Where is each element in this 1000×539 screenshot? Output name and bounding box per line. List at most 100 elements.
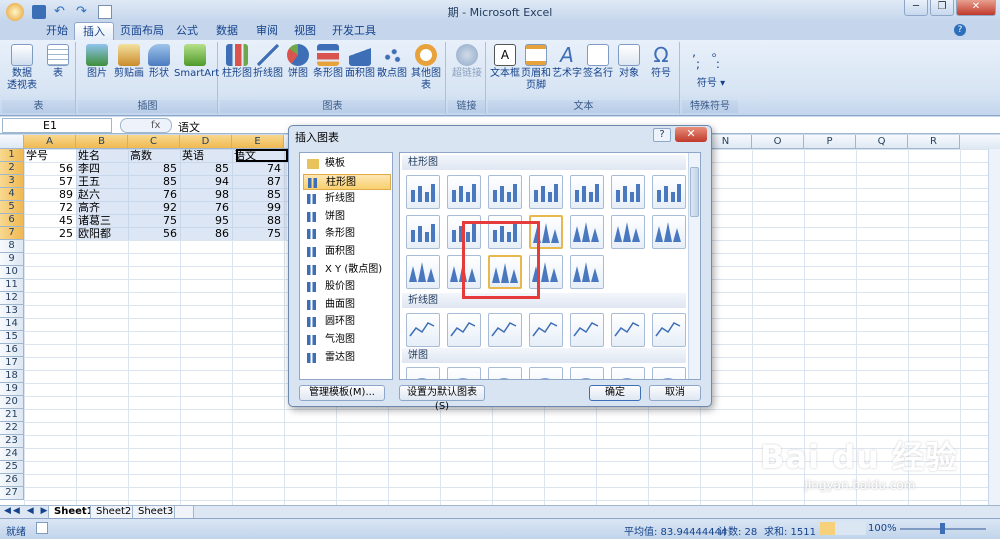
gallery-scrollbar[interactable] [688,153,700,379]
row-header[interactable]: 26 [0,474,24,487]
row-header[interactable]: 18 [0,370,24,383]
cell[interactable]: 25 [26,227,75,240]
column-chart-button[interactable]: 柱形图 [222,44,252,80]
object-button[interactable]: 对象 [614,44,644,80]
pie-chart-thumb[interactable] [570,367,604,379]
header-footer-button[interactable]: 页眉和 页脚 [520,44,552,92]
cell[interactable]: 姓名 [78,149,127,162]
row-header[interactable]: 19 [0,383,24,396]
pie-chart-thumb[interactable] [652,367,686,379]
cell[interactable]: 王五 [78,175,127,188]
column-chart-thumb[interactable] [406,175,440,209]
cell[interactable]: 95 [182,214,231,227]
cell[interactable]: 76 [130,188,179,201]
cell[interactable]: 45 [26,214,75,227]
chart-category-item[interactable]: 圆环图 [303,314,391,330]
cell[interactable]: 88 [234,214,283,227]
cell[interactable]: 李四 [78,162,127,175]
line-chart-thumb[interactable] [611,313,645,347]
tab-data[interactable]: 数据 [208,22,246,40]
chart-category-item[interactable]: 面积图 [303,244,391,260]
cell[interactable]: 87 [234,175,283,188]
cell[interactable]: 56 [130,227,179,240]
wordart-button[interactable]: A 艺术字 [552,44,582,80]
close-button[interactable]: ✕ [956,0,996,16]
cell[interactable]: 86 [182,227,231,240]
column-header[interactable]: A [24,135,76,149]
cell[interactable]: 98 [182,188,231,201]
clipart-button[interactable]: 剪贴画 [112,44,146,80]
line-chart-thumb[interactable] [529,313,563,347]
row-header[interactable]: 12 [0,292,24,305]
line-chart-thumb[interactable] [488,313,522,347]
row-header[interactable]: 21 [0,409,24,422]
name-box[interactable]: E1 [2,118,112,133]
pivot-table-button[interactable]: 数据 透视表 [4,44,40,92]
tab-view[interactable]: 视图 [286,22,324,40]
row-header[interactable]: 5 [0,201,24,214]
tab-insert[interactable]: 插入 [74,22,114,40]
cell[interactable]: 85 [130,162,179,175]
chart-category-item[interactable]: 雷达图 [303,350,391,366]
column-header[interactable]: D [180,135,232,149]
cell[interactable]: 85 [182,162,231,175]
active-cell[interactable] [236,149,288,162]
dialog-close-button[interactable]: ✕ [675,127,707,142]
cell[interactable]: 学号 [26,149,75,162]
chart-category-item[interactable]: 条形图 [303,226,391,242]
column-header[interactable]: C [128,135,180,149]
cell[interactable]: 92 [130,201,179,214]
pie-chart-thumb[interactable] [447,367,481,379]
row-header[interactable]: 11 [0,279,24,292]
row-header[interactable]: 24 [0,448,24,461]
cell[interactable]: 57 [26,175,75,188]
fx-button[interactable]: fx [120,118,172,133]
row-header[interactable]: 2 [0,162,24,175]
column-header[interactable]: B [76,135,128,149]
cell[interactable]: 89 [26,188,75,201]
tab-page-layout[interactable]: 页面布局 [112,22,172,40]
punctuation-icons[interactable]: , 。; : [686,46,736,70]
row-header[interactable]: 27 [0,487,24,500]
chart-category-item[interactable]: 曲面图 [303,297,391,313]
tab-review[interactable]: 审阅 [248,22,286,40]
pie-chart-button[interactable]: 饼图 [284,44,312,80]
column-chart-thumb[interactable] [652,175,686,209]
dialog-help-button[interactable]: ? [653,128,671,142]
cell[interactable]: 76 [182,201,231,214]
pie-chart-thumb[interactable] [406,367,440,379]
cell[interactable]: 英语 [182,149,231,162]
select-all-corner[interactable] [0,135,24,149]
cell[interactable]: 75 [130,214,179,227]
cell[interactable]: 高数 [130,149,179,162]
special-symbol-button[interactable]: 符号 ▾ [686,78,736,90]
line-chart-thumb[interactable] [406,313,440,347]
gallery-scroll-thumb[interactable] [690,167,699,217]
row-header[interactable]: 15 [0,331,24,344]
chart-category-item[interactable]: 模板 [303,156,391,172]
cone-chart-thumb[interactable] [652,215,686,249]
cell[interactable]: 赵六 [78,188,127,201]
row-header[interactable]: 9 [0,253,24,266]
column-header[interactable]: O [752,135,804,149]
textbox-button[interactable]: A 文本框 [490,44,520,80]
tab-formulas[interactable]: 公式 [168,22,206,40]
set-default-chart-button[interactable]: 设置为默认图表(S) [399,385,485,412]
cone-chart-thumb[interactable] [406,255,440,289]
pie-chart-thumb[interactable] [529,367,563,379]
cell[interactable]: 74 [234,162,283,175]
scatter-chart-button[interactable]: 散点图 [376,44,408,80]
pie-chart-thumb[interactable] [611,367,645,379]
row-header[interactable]: 6 [0,214,24,227]
cell[interactable]: 99 [234,201,283,214]
row-header[interactable]: 25 [0,461,24,474]
row-header[interactable]: 8 [0,240,24,253]
column-header[interactable]: P [804,135,856,149]
cell[interactable]: 欧阳都 [78,227,127,240]
cancel-button[interactable]: 取消 [649,385,701,401]
row-header[interactable]: 16 [0,344,24,357]
row-header[interactable]: 23 [0,435,24,448]
cell[interactable]: 94 [182,175,231,188]
line-chart-thumb[interactable] [447,313,481,347]
line-chart-button[interactable]: 折线图 [252,44,284,80]
